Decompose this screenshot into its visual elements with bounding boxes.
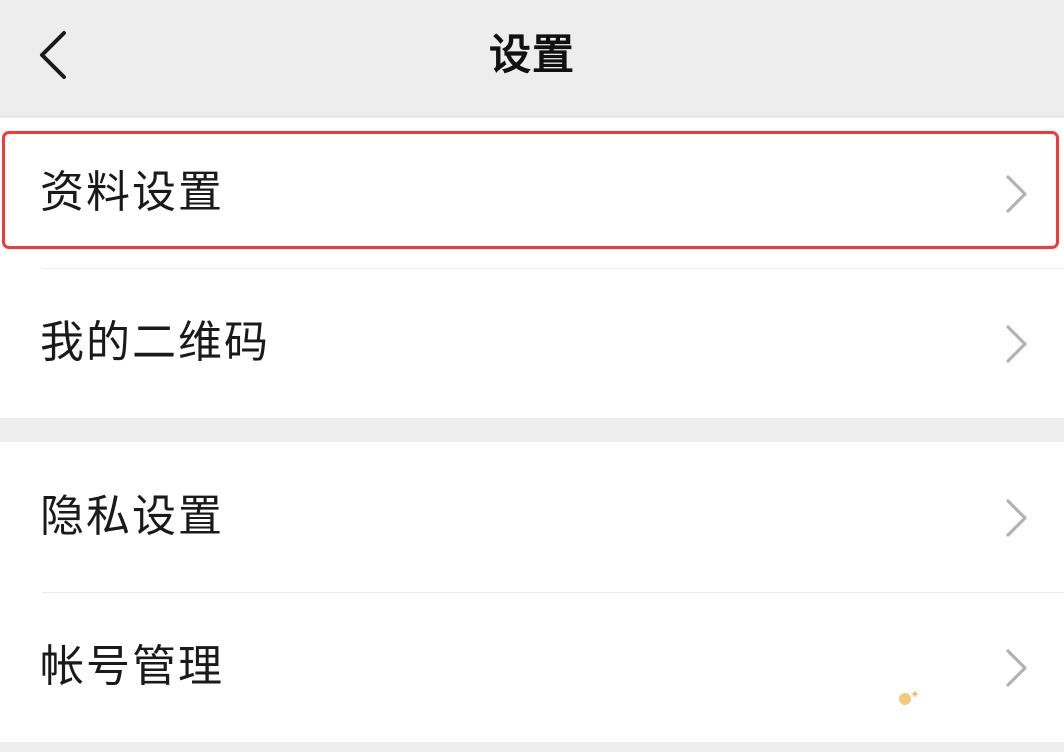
- settings-item-label: 帐号管理: [40, 641, 224, 692]
- chevron-right-icon: [1006, 499, 1027, 537]
- settings-item-profile[interactable]: 资料设置: [0, 118, 1064, 268]
- settings-item-label: 资料设置: [40, 167, 224, 218]
- settings-item-qrcode[interactable]: 我的二维码: [0, 268, 1064, 418]
- page-title: 设置: [488, 30, 575, 79]
- sparkle-icon: [899, 690, 919, 705]
- chevron-right-icon: [1006, 175, 1027, 213]
- settings-group-profile: 资料设置 我的二维码: [0, 118, 1064, 418]
- settings-item-privacy[interactable]: 隐私设置: [0, 442, 1064, 592]
- settings-item-label: 我的二维码: [40, 317, 270, 368]
- navigation-bar: 设置: [0, 0, 1064, 117]
- chevron-right-icon: [1006, 649, 1027, 687]
- bottom-divider: [0, 742, 1064, 752]
- settings-item-label: 隐私设置: [40, 491, 224, 542]
- chevron-right-icon: [1006, 325, 1027, 363]
- settings-item-account[interactable]: 帐号管理: [0, 592, 1064, 742]
